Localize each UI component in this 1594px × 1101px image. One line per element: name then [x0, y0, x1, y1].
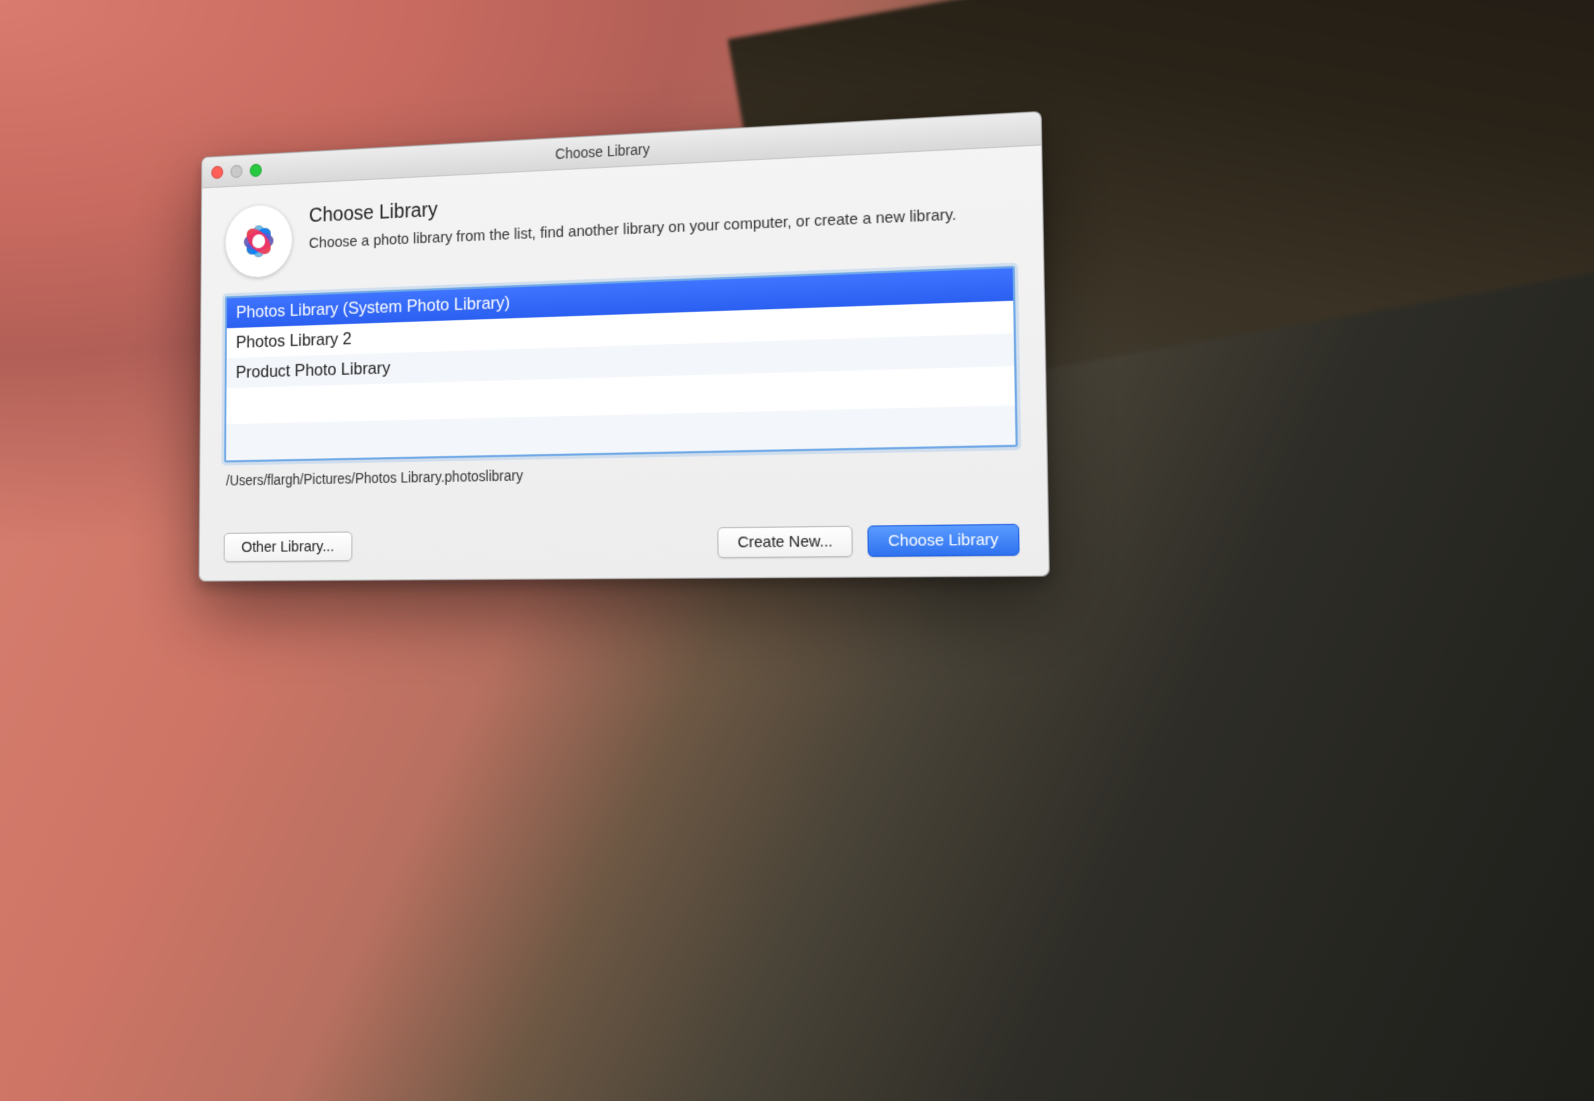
choose-library-button[interactable]: Choose Library	[868, 524, 1020, 557]
close-icon[interactable]	[211, 165, 223, 178]
choose-library-dialog: Choose Library	[199, 111, 1050, 582]
selected-library-path: /Users/flargh/Pictures/Photos Library.ph…	[226, 458, 1016, 489]
other-library-button[interactable]: Other Library...	[224, 531, 353, 562]
zoom-icon[interactable]	[250, 163, 262, 177]
create-new-button[interactable]: Create New...	[718, 526, 853, 558]
traffic-lights	[202, 163, 262, 179]
library-listbox[interactable]: Photos Library (System Photo Library) Ph…	[224, 266, 1018, 463]
photos-app-icon	[225, 204, 292, 279]
minimize-icon[interactable]	[230, 164, 242, 177]
